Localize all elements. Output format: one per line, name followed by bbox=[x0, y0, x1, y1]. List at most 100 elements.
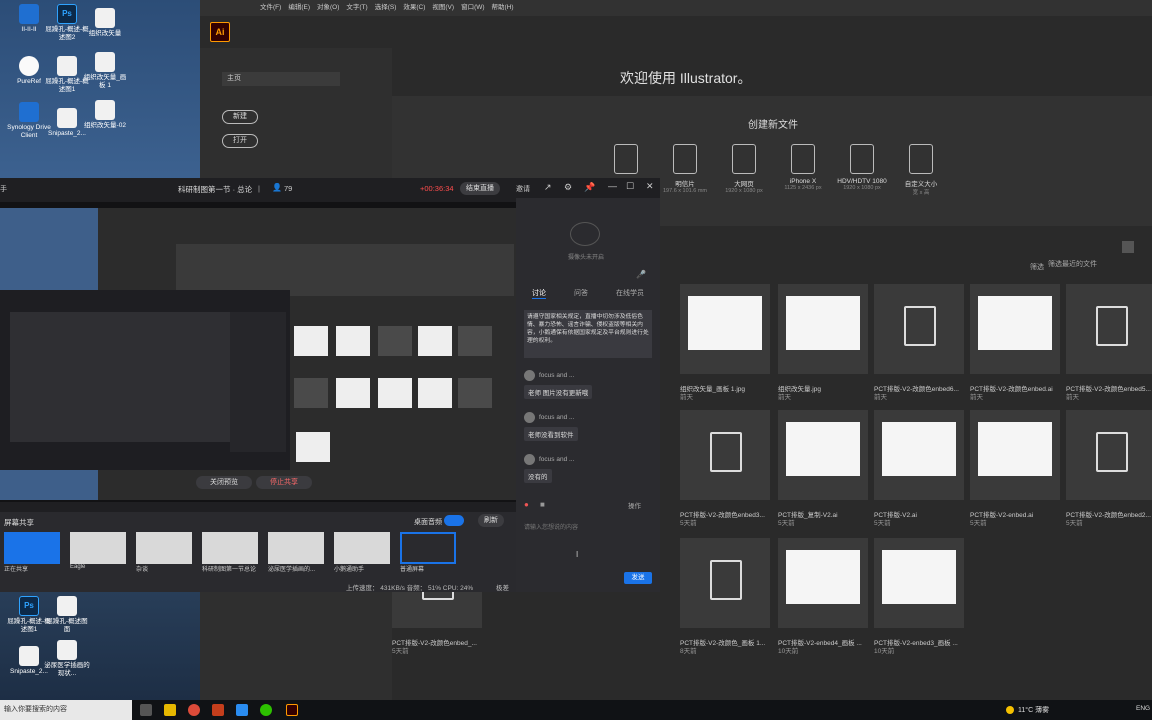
emoji-icon[interactable]: ● bbox=[524, 500, 529, 509]
app-icon[interactable] bbox=[236, 704, 248, 716]
recent-file-thumbnail[interactable] bbox=[1066, 410, 1152, 500]
template-icon bbox=[673, 144, 697, 174]
open-button[interactable]: 打开 bbox=[222, 134, 258, 148]
illustrator-task-icon[interactable] bbox=[286, 704, 298, 716]
recent-file-thumbnail[interactable] bbox=[970, 284, 1060, 374]
grid-view-icon[interactable] bbox=[1122, 241, 1134, 253]
recent-file-thumbnail[interactable] bbox=[680, 538, 770, 628]
recent-file-thumbnail[interactable] bbox=[778, 410, 868, 500]
menu-item[interactable]: 窗口(W) bbox=[461, 4, 484, 11]
recent-file-thumbnail[interactable] bbox=[874, 538, 964, 628]
operate-button[interactable]: 操作 bbox=[628, 500, 641, 510]
preview-thumb-11 bbox=[296, 432, 330, 462]
menu-item[interactable]: 帮助(H) bbox=[492, 4, 514, 11]
share-source-item[interactable]: 泌尿医学插画的... bbox=[268, 532, 328, 576]
menu-item[interactable]: 对象(O) bbox=[317, 4, 339, 11]
file-preview bbox=[786, 296, 860, 350]
chrome-icon[interactable] bbox=[188, 704, 200, 716]
recent-file-thumbnail[interactable] bbox=[970, 410, 1060, 500]
file-preview bbox=[882, 422, 956, 476]
share-icon[interactable]: ↗ bbox=[544, 182, 552, 193]
camera-off-icon bbox=[570, 222, 600, 246]
preview-nested-content bbox=[10, 312, 230, 442]
share-source-item[interactable]: 普通屏幕 bbox=[400, 532, 460, 576]
template-item[interactable]: 明信片 197.6 x 101.6 mm bbox=[655, 144, 715, 194]
file-time: 10天前 bbox=[874, 648, 895, 655]
invite-button[interactable]: 邀请 bbox=[516, 184, 530, 194]
file-preview bbox=[786, 422, 860, 476]
share-source-item[interactable]: 杂谈 bbox=[136, 532, 196, 576]
recent-file-caption: 组织改矢量.jpg 前天 bbox=[778, 386, 874, 402]
menu-item[interactable]: 文字(T) bbox=[346, 4, 367, 11]
menu-item[interactable]: 编辑(E) bbox=[288, 4, 310, 11]
weather-text[interactable]: 11°C 薄雾 bbox=[1018, 705, 1049, 715]
file-name: 组织改矢量_画板 1.jpg bbox=[680, 386, 746, 393]
close-preview-button[interactable]: 关闭预览 bbox=[196, 476, 252, 489]
folder-icon[interactable]: ■ bbox=[540, 500, 545, 509]
template-item[interactable] bbox=[596, 144, 656, 178]
recent-file-thumbnail[interactable] bbox=[1066, 284, 1152, 374]
powerpoint-icon[interactable] bbox=[212, 704, 224, 716]
file-time: 前天 bbox=[970, 394, 983, 401]
recent-file-thumbnail[interactable] bbox=[680, 284, 770, 374]
desktop-icon[interactable]: 组织改矢量_画板 1 bbox=[82, 52, 128, 90]
document-icon bbox=[1096, 306, 1128, 346]
send-button[interactable]: 发送 bbox=[624, 572, 652, 584]
share-thumbnail bbox=[400, 532, 456, 564]
preview-thumb-10 bbox=[458, 378, 492, 408]
file-name: PCT排版-V2-enbed3_画板 ... bbox=[874, 640, 958, 647]
template-item[interactable]: HDV/HDTV 1080 1920 x 1080 px bbox=[832, 144, 892, 191]
template-icon bbox=[614, 144, 638, 174]
minimize-icon[interactable]: — bbox=[608, 181, 617, 191]
recent-file-thumbnail[interactable] bbox=[778, 284, 868, 374]
live-timer: +00:36:34 bbox=[420, 184, 454, 193]
filter-input[interactable]: 筛选最近的文件 bbox=[1048, 259, 1152, 271]
chat-tab[interactable]: 问答 bbox=[574, 288, 588, 298]
recent-file-thumbnail[interactable] bbox=[874, 284, 964, 374]
file-time: 前天 bbox=[680, 394, 693, 401]
desktop-icon[interactable]: 组织改矢量 bbox=[82, 8, 128, 38]
share-source-item[interactable]: 正在共享 bbox=[4, 532, 64, 576]
menu-item[interactable]: 选择(S) bbox=[375, 4, 397, 11]
menu-item[interactable]: 文件(F) bbox=[260, 4, 281, 11]
settings-icon[interactable]: ⚙ bbox=[564, 182, 572, 193]
taskbar-search[interactable]: 输入你要搜索的内容 bbox=[0, 700, 132, 720]
pin-icon[interactable]: 📌 bbox=[584, 182, 595, 193]
recent-file-thumbnail[interactable] bbox=[778, 538, 868, 628]
desktop-icon[interactable]: 组织改矢量-02 bbox=[82, 100, 128, 130]
file-name: PCT排版-V2-改颜色enbed5... bbox=[1066, 386, 1151, 393]
share-source-item[interactable]: Eagle bbox=[70, 532, 130, 576]
share-source-item[interactable]: 小鹅通助手 bbox=[334, 532, 394, 576]
chat-input[interactable]: 请输入您想说的内容 bbox=[524, 522, 578, 531]
wechat-icon[interactable] bbox=[260, 704, 272, 716]
chat-tab[interactable]: 讨论 bbox=[532, 288, 546, 299]
home-label[interactable]: 主页 bbox=[222, 72, 340, 86]
mic-icon[interactable]: 🎤 bbox=[636, 270, 646, 279]
end-live-button[interactable]: 结束直播 bbox=[460, 182, 500, 195]
menu-item[interactable]: 效果(C) bbox=[403, 4, 425, 11]
new-button[interactable]: 新建 bbox=[222, 110, 258, 124]
template-item[interactable]: 大网页 1920 x 1080 px bbox=[714, 144, 774, 194]
stop-share-button[interactable]: 停止共享 bbox=[256, 476, 312, 489]
recent-file-thumbnail[interactable] bbox=[680, 410, 770, 500]
document-icon bbox=[904, 306, 936, 346]
file-name: PCT排版-V2-enbed4_画板 ... bbox=[778, 640, 862, 647]
task-view-icon[interactable] bbox=[140, 704, 152, 716]
template-item[interactable]: iPhone X 1125 x 2436 px bbox=[773, 144, 833, 191]
share-source-item[interactable]: 科研制图第一节总论 bbox=[202, 532, 262, 576]
template-item[interactable]: 自定义大小宽 x 高 bbox=[891, 144, 951, 196]
preview-thumb-9 bbox=[418, 378, 452, 408]
share-item-label: 科研制图第一节总论 bbox=[202, 567, 257, 573]
language-indicator[interactable]: ENG bbox=[1136, 705, 1150, 712]
chat-tab[interactable]: 在线学员 bbox=[616, 288, 644, 298]
maximize-icon[interactable]: ☐ bbox=[626, 181, 634, 192]
file-time: 前天 bbox=[874, 394, 887, 401]
recent-file-thumbnail[interactable] bbox=[874, 410, 964, 500]
menu-item[interactable]: 视图(V) bbox=[432, 4, 454, 11]
close-icon[interactable]: ✕ bbox=[646, 181, 654, 192]
file-preview bbox=[786, 550, 860, 604]
explorer-icon[interactable] bbox=[164, 704, 176, 716]
refresh-button[interactable]: 刷新 bbox=[478, 514, 504, 527]
template-size: 1920 x 1080 px bbox=[843, 185, 881, 191]
audio-toggle[interactable] bbox=[444, 515, 464, 526]
